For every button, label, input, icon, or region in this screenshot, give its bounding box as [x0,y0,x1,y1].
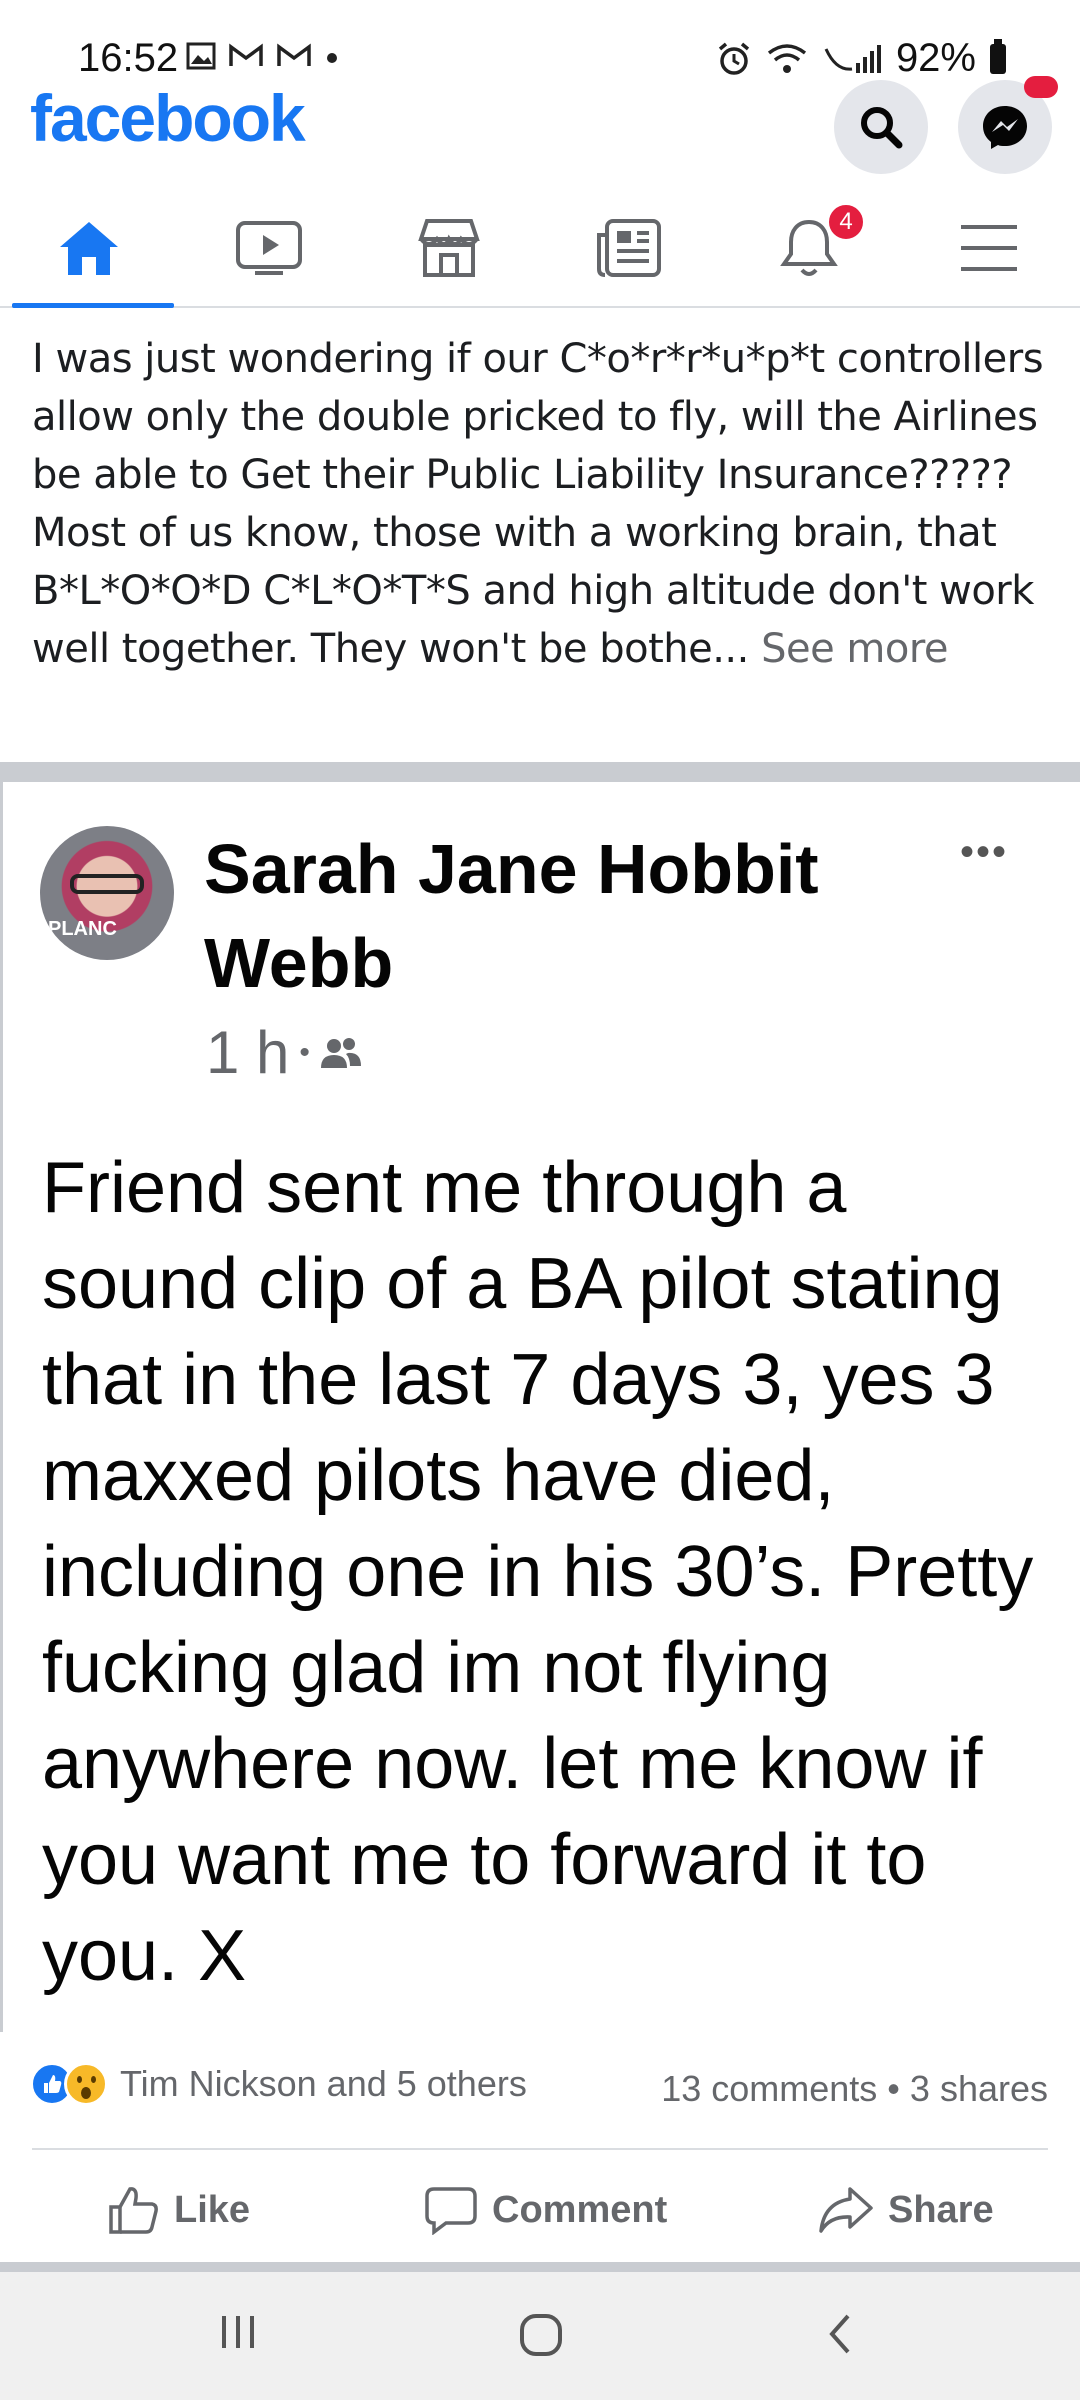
back-chevron-icon [829,2314,850,2354]
news-icon [597,219,661,277]
avatar-glasses [70,874,144,894]
action-separator [32,2148,1048,2150]
alarm-icon [718,42,750,75]
post-divider [0,762,1080,782]
signal-icon [824,44,881,73]
tab-notifications[interactable]: 4 [724,190,894,306]
post-actions: Like Comment Share [0,2170,1080,2250]
search-button[interactable] [834,80,928,174]
friends-icon [320,1037,361,1068]
home-button[interactable] [518,2312,564,2358]
watch-icon [236,221,302,275]
messenger-button[interactable] [958,76,1058,174]
search-icon [861,107,903,149]
tab-menu[interactable] [904,190,1074,306]
reaction-summary[interactable]: Tim Nickson and 5 others [30,2062,527,2106]
share-icon [819,2187,873,2233]
post-body: Friend sent me through a sound clip of a… [42,1148,1034,1996]
tab-watch[interactable] [184,190,354,306]
post-time[interactable]: 1 h [206,1018,289,1087]
dot-icon [327,53,337,63]
home-circle-icon [520,2314,562,2356]
messenger-icon [983,106,1027,149]
marketplace-icon [418,219,480,277]
wow-reaction-icon [64,2062,108,2106]
facebook-logo[interactable]: facebook [30,80,306,156]
more-options-icon[interactable]: ••• [960,830,1008,875]
recent-apps-button[interactable] [218,2312,258,2352]
status-time: 16:52 [78,36,179,80]
messenger-badge [1024,76,1058,98]
recent-apps-icon [222,2316,254,2348]
reaction-names: Tim Nickson and 5 others [120,2063,527,2104]
like-label: Like [174,2188,251,2231]
avatar-background-text: PLANC [48,918,117,940]
top-nav-tabs: 4 [0,190,1080,308]
post-meta: 1 h • [206,1018,362,1087]
meta-separator: • [299,1035,310,1069]
status-notification-icons [186,42,340,70]
shared-post-text: I was just wondering if our C*o*r*r*u*p*… [32,330,1052,678]
author-name[interactable]: Sarah Jane Hobbit Webb [204,822,904,1010]
status-right: 92% [716,36,1006,81]
tab-marketplace[interactable] [364,190,534,306]
battery-percent: 92% [895,36,976,80]
share-button[interactable]: Share [818,2170,994,2250]
back-button[interactable] [824,2312,854,2356]
app-header: facebook [0,76,1080,190]
home-icon [60,222,118,275]
thumbs-up-icon [109,2187,158,2234]
battery-icon [990,38,1006,74]
see-more-link[interactable]: See more [761,626,948,672]
shared-post-body: I was just wondering if our C*o*r*r*u*p*… [32,336,1044,672]
share-label: Share [888,2188,994,2231]
avatar[interactable]: PLANC [40,826,174,960]
menu-icon [961,225,1017,271]
comment-button[interactable]: Comment [424,2170,667,2250]
feed-gap [0,2262,1080,2272]
gmail-icon [277,43,311,66]
system-nav-bar [0,2272,1080,2400]
comment-label: Comment [492,2188,668,2231]
gallery-icon [186,42,216,70]
tab-news[interactable] [544,190,714,306]
comment-icon [425,2187,477,2235]
notification-badge: 4 [826,202,866,242]
wifi-icon [767,43,807,73]
comment-share-counts[interactable]: 13 comments • 3 shares [661,2068,1048,2110]
like-button[interactable]: Like [108,2170,250,2250]
status-bar: 16:52 92% [0,0,1080,90]
tab-home[interactable] [4,190,174,308]
screenshot-edge [0,782,3,2032]
gmail-icon [229,43,263,66]
